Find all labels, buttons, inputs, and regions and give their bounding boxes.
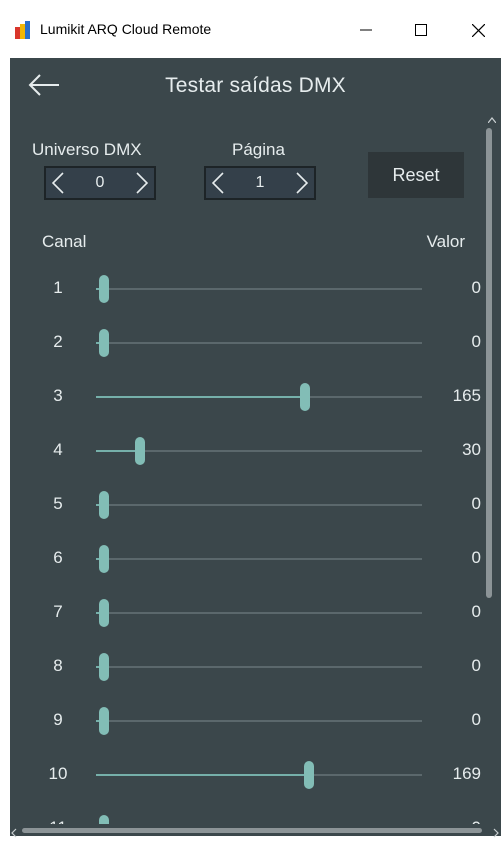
vertical-scroll-thumb[interactable] bbox=[486, 128, 492, 598]
page-stepper[interactable]: 1 bbox=[204, 166, 316, 200]
vertical-scrollbar[interactable] bbox=[484, 58, 501, 828]
channel-row: 10 169 bbox=[10, 748, 501, 802]
scroll-right-icon[interactable] bbox=[493, 825, 499, 843]
reset-button[interactable]: Reset bbox=[368, 152, 464, 198]
page-title: Testar saídas DMX bbox=[165, 74, 346, 97]
channel-value: 30 bbox=[462, 440, 481, 459]
lumikit-app-icon bbox=[14, 21, 32, 39]
maximize-button[interactable] bbox=[398, 14, 444, 46]
channel-number: 5 bbox=[53, 494, 63, 513]
slider-fill bbox=[96, 396, 305, 398]
channel-value: 0 bbox=[471, 602, 481, 621]
channel-number: 7 bbox=[53, 602, 63, 621]
channel-slider[interactable] bbox=[96, 491, 422, 519]
channel-number: 4 bbox=[53, 440, 63, 459]
channel-row: 80 bbox=[10, 640, 501, 694]
channel-row: 90 bbox=[10, 694, 501, 748]
channel-value: 0 bbox=[471, 278, 481, 297]
slider-thumb[interactable] bbox=[135, 437, 145, 465]
minimize-icon bbox=[360, 29, 372, 31]
slider-thumb[interactable] bbox=[304, 761, 314, 789]
window-titlebar[interactable]: Lumikit ARQ Cloud Remote bbox=[0, 0, 501, 58]
slider-thumb[interactable] bbox=[99, 275, 109, 303]
chevron-left-icon bbox=[212, 172, 224, 194]
channel-number: 1 bbox=[53, 278, 63, 297]
chevron-left-icon bbox=[52, 172, 64, 194]
universe-label: Universo DMX bbox=[32, 140, 142, 159]
channel-value: 0 bbox=[471, 656, 481, 675]
channel-value: 0 bbox=[471, 548, 481, 567]
scroll-left-icon[interactable] bbox=[11, 825, 17, 843]
slider-thumb[interactable] bbox=[300, 383, 310, 411]
universe-increment-button[interactable] bbox=[130, 168, 154, 198]
channel-slider[interactable] bbox=[96, 329, 422, 357]
app-window: Lumikit ARQ Cloud Remote Testar saídas D… bbox=[0, 0, 501, 838]
channel-number: 2 bbox=[53, 332, 63, 351]
minimize-button[interactable] bbox=[343, 14, 389, 46]
channel-number: 8 bbox=[53, 656, 63, 675]
chevron-right-icon bbox=[136, 172, 148, 194]
slider-thumb[interactable] bbox=[99, 329, 109, 357]
channel-row: 50 bbox=[10, 478, 501, 532]
channel-slider[interactable] bbox=[96, 599, 422, 627]
page-value: 1 bbox=[255, 174, 265, 191]
channel-number: 3 bbox=[53, 386, 63, 405]
channel-value: 0 bbox=[471, 710, 481, 729]
scroll-up-icon[interactable] bbox=[487, 110, 497, 128]
slider-fill bbox=[96, 774, 309, 776]
channel-value: 0 bbox=[471, 494, 481, 513]
horizontal-scrollbar[interactable] bbox=[10, 824, 501, 838]
channel-row: 10 bbox=[10, 262, 501, 316]
slider-thumb[interactable] bbox=[99, 491, 109, 519]
chevron-right-icon bbox=[296, 172, 308, 194]
channel-slider[interactable] bbox=[96, 653, 422, 681]
maximize-icon bbox=[415, 24, 427, 36]
channel-slider[interactable] bbox=[96, 545, 422, 573]
channel-row: 3 165 bbox=[10, 370, 501, 424]
slider-thumb[interactable] bbox=[99, 653, 109, 681]
page-decrement-button[interactable] bbox=[206, 168, 230, 198]
channel-number: 10 bbox=[48, 764, 68, 783]
channel-slider[interactable] bbox=[96, 437, 422, 465]
channel-value: 169 bbox=[452, 764, 481, 783]
page-label: Página bbox=[232, 140, 285, 159]
channel-row: 70 bbox=[10, 586, 501, 640]
channel-row: 20 bbox=[10, 316, 501, 370]
universe-decrement-button[interactable] bbox=[46, 168, 70, 198]
channel-slider[interactable] bbox=[96, 761, 422, 789]
channel-slider[interactable] bbox=[96, 707, 422, 735]
channel-slider[interactable] bbox=[96, 383, 422, 411]
channel-value: 165 bbox=[452, 386, 481, 405]
close-button[interactable] bbox=[455, 14, 501, 46]
page-increment-button[interactable] bbox=[290, 168, 314, 198]
value-column-header: Valor bbox=[426, 232, 465, 251]
close-icon bbox=[471, 23, 485, 37]
channel-row: 60 bbox=[10, 532, 501, 586]
channel-number: 6 bbox=[53, 548, 63, 567]
channel-column-header: Canal bbox=[42, 232, 87, 251]
window-title: Lumikit ARQ Cloud Remote bbox=[40, 21, 212, 37]
slider-thumb[interactable] bbox=[99, 707, 109, 735]
slider-fill bbox=[96, 450, 140, 452]
universe-stepper[interactable]: 0 bbox=[44, 166, 156, 200]
horizontal-scroll-thumb[interactable] bbox=[22, 828, 482, 833]
channel-number: 9 bbox=[53, 710, 63, 729]
channel-slider[interactable] bbox=[96, 275, 422, 303]
slider-thumb[interactable] bbox=[99, 599, 109, 627]
channel-value: 0 bbox=[471, 332, 481, 351]
universe-value: 0 bbox=[95, 174, 105, 191]
channel-row: 4 30 bbox=[10, 424, 501, 478]
slider-thumb[interactable] bbox=[99, 545, 109, 573]
dmx-test-page: Testar saídas DMX Universo DMX 0 Página … bbox=[10, 58, 501, 836]
